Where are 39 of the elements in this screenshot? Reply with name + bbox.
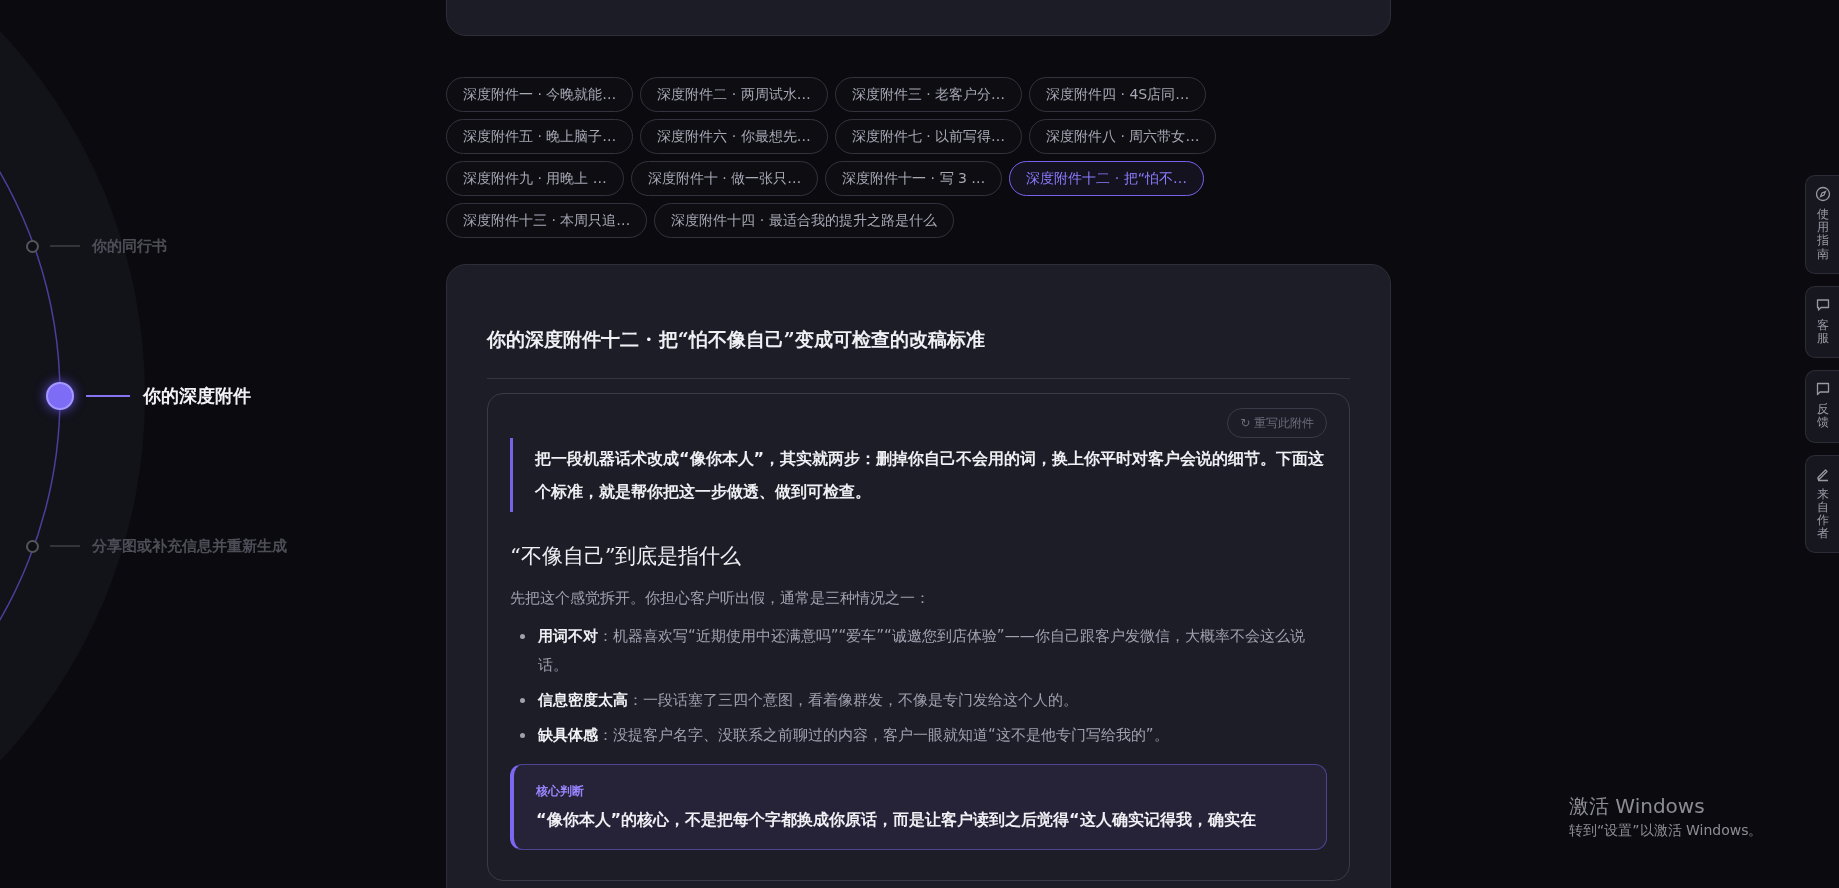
bullet-dot bbox=[520, 733, 525, 738]
side-tool-button[interactable]: 反馈 bbox=[1805, 370, 1839, 443]
attachment-tab[interactable]: 深度附件八 · 周六带女… bbox=[1029, 119, 1217, 154]
activation-subtitle: 转到“设置”以激活 Windows。 bbox=[1569, 822, 1763, 840]
attachment-tab[interactable]: 深度附件五 · 晚上脑子… bbox=[446, 119, 634, 154]
attachment-tab[interactable]: 深度附件十四 · 最适合我的提升之路是什么 bbox=[654, 203, 954, 238]
chat-bubble-icon bbox=[1814, 296, 1831, 313]
attachment-tab[interactable]: 深度附件二 · 两周试水… bbox=[640, 77, 828, 112]
attachment-tab[interactable]: 深度附件三 · 老客户分… bbox=[834, 77, 1023, 112]
lead-paragraph: 把一段机器话术改成“像你本人”，其实就两步：删掉你自己不会用的词，换上你平时对客户会说的细节。下面这个标准，就是帮你把这一步做透、做到可检查。 bbox=[535, 448, 1326, 503]
callout-text: “像你本人”的核心，不是把每个字都换成你原话，而是让客户读到之后觉得“这人确实记得我，确实在 bbox=[536, 810, 1257, 831]
connector-line bbox=[50, 545, 81, 547]
attachment-tab[interactable]: 深度附件九 · 用晚上 … bbox=[446, 161, 624, 196]
connector-line bbox=[50, 245, 81, 247]
bullet-dot bbox=[520, 698, 525, 703]
attachment-tab[interactable]: 深度附件六 · 你最想先… bbox=[640, 119, 828, 154]
list-item: 缺具体感：没提客户名字、没联系之前聊过的内容，客户一眼就知道“这不是他专门写给我的”。 bbox=[538, 725, 1169, 746]
speech-bubble-icon bbox=[1814, 381, 1831, 398]
compass-icon bbox=[1814, 186, 1831, 202]
activation-title: 激活 Windows bbox=[1569, 793, 1706, 820]
list-item: 信息密度太高：一段话塞了三四个意图，看着像群发，不像是专门发给这个人的。 bbox=[538, 690, 1078, 711]
side-tool-button[interactable]: 来自作者 bbox=[1805, 454, 1839, 554]
attachment-tab[interactable]: 深度附件十一 · 写 3 … bbox=[825, 161, 1003, 196]
connector-line bbox=[86, 395, 130, 397]
attachment-tab[interactable]: 深度附件一 · 今晚就能… bbox=[446, 77, 634, 112]
attachment-tab[interactable]: 深度附件十二 · 把“怕不… bbox=[1009, 161, 1204, 196]
attachment-tab[interactable]: 深度附件七 · 以前写得… bbox=[834, 119, 1023, 154]
article-title: 你的深度附件十二 · 把“怕不像自己”变成可检查的改稿标准 bbox=[487, 327, 986, 352]
attachment-tab[interactable]: 深度附件十 · 做一张只… bbox=[630, 161, 819, 196]
callout-label: 核心判断 bbox=[536, 783, 585, 800]
paragraph: 先把这个感觉拆开。你担心客户听出假，通常是三种情况之一： bbox=[510, 588, 931, 609]
attachment-tab[interactable]: 深度附件十三 · 本周只追… bbox=[446, 203, 648, 238]
timeline-label[interactable]: 你的深度附件 bbox=[143, 384, 251, 408]
section-heading: “不像自己”到底是指什么 bbox=[510, 543, 743, 570]
list-item: 用词不对：机器喜欢写“近期使用中还满意吗”“爱车”“诚邀您到店体验”——你自己跟客户发微信，大概率不会这么说话。 bbox=[538, 626, 1306, 676]
bullet-dot bbox=[520, 634, 525, 639]
side-tool-button[interactable]: 客服 bbox=[1805, 285, 1839, 359]
side-tool-button[interactable]: 使用指南 bbox=[1805, 175, 1839, 274]
attachment-tab[interactable]: 深度附件四 · 4S店同… bbox=[1029, 77, 1207, 112]
